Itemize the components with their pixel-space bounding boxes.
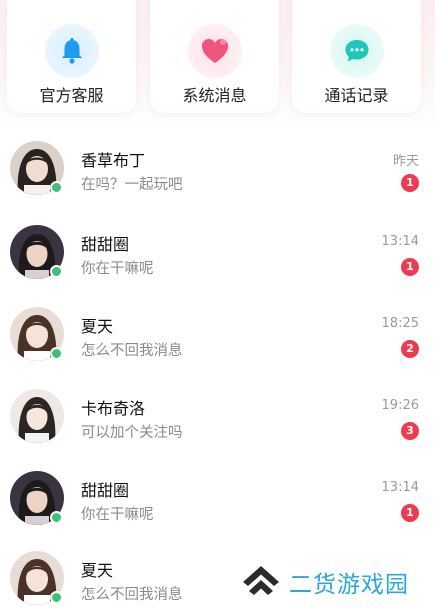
conversation-row[interactable]: 夏天 怎么不回我消息 18:25 2 [0,299,435,379]
conversation-name: 香草布丁 [81,151,146,170]
online-indicator [50,265,63,278]
watermark-text: 二货游戏园 [289,572,409,598]
conversation-preview: 怎么不回我消息 [81,587,183,603]
official-service-card[interactable]: 官方客服 [7,0,136,113]
bell-icon [45,24,99,78]
online-indicator [50,511,63,524]
conversation-row[interactable]: 香草布丁 在吗？一起玩吧 昨天 1 [0,133,435,213]
conversation-preview: 可以加个关注吗 [81,425,183,441]
quick-actions-area: 官方客服 系统消息 通话记录 [0,0,435,130]
watermark: 二货游戏园 [239,560,429,604]
conversation-time: 昨天 [392,154,419,169]
conversation-row[interactable]: 甜甜圈 你在干嘛呢 13:14 1 [0,217,435,297]
heart-icon [188,24,242,78]
conversation-preview: 你在干嘛呢 [81,507,154,523]
conversation-preview: 怎么不回我消息 [81,343,183,359]
system-messages-label: 系统消息 [182,86,247,105]
unread-badge: 1 [401,258,419,276]
conversation-time: 13:14 [381,234,419,249]
conversation-preview: 你在干嘛呢 [81,261,154,277]
watermark-logo-icon [243,566,279,595]
conversation-time: 19:26 [381,398,419,413]
conversation-row[interactable]: 卡布奇洛 可以加个关注吗 19:26 3 [0,381,435,461]
official-service-label: 官方客服 [39,86,104,105]
online-indicator [50,347,63,360]
conversation-row[interactable]: 甜甜圈 你在干嘛呢 13:14 1 [0,463,435,543]
chat-bubble-icon [330,24,384,78]
call-records-card[interactable]: 通话记录 [292,0,421,113]
conversation-time: 13:14 [381,480,419,495]
unread-badge: 1 [401,504,419,522]
online-indicator [50,591,63,604]
conversation-name: 甜甜圈 [81,235,130,254]
conversation-name: 甜甜圈 [81,481,130,500]
conversation-name: 夏天 [81,561,114,580]
conversation-time: 18:25 [381,316,419,331]
system-messages-card[interactable]: 系统消息 [150,0,279,113]
avatar[interactable] [10,389,64,443]
conversation-name: 夏天 [81,317,114,336]
conversation-name: 卡布奇洛 [81,399,146,418]
unread-badge: 2 [401,340,419,358]
unread-badge: 1 [401,174,419,192]
conversation-preview: 在吗？一起玩吧 [81,177,183,193]
online-indicator [50,181,63,194]
call-records-label: 通话记录 [324,86,389,105]
unread-badge: 3 [401,422,419,440]
